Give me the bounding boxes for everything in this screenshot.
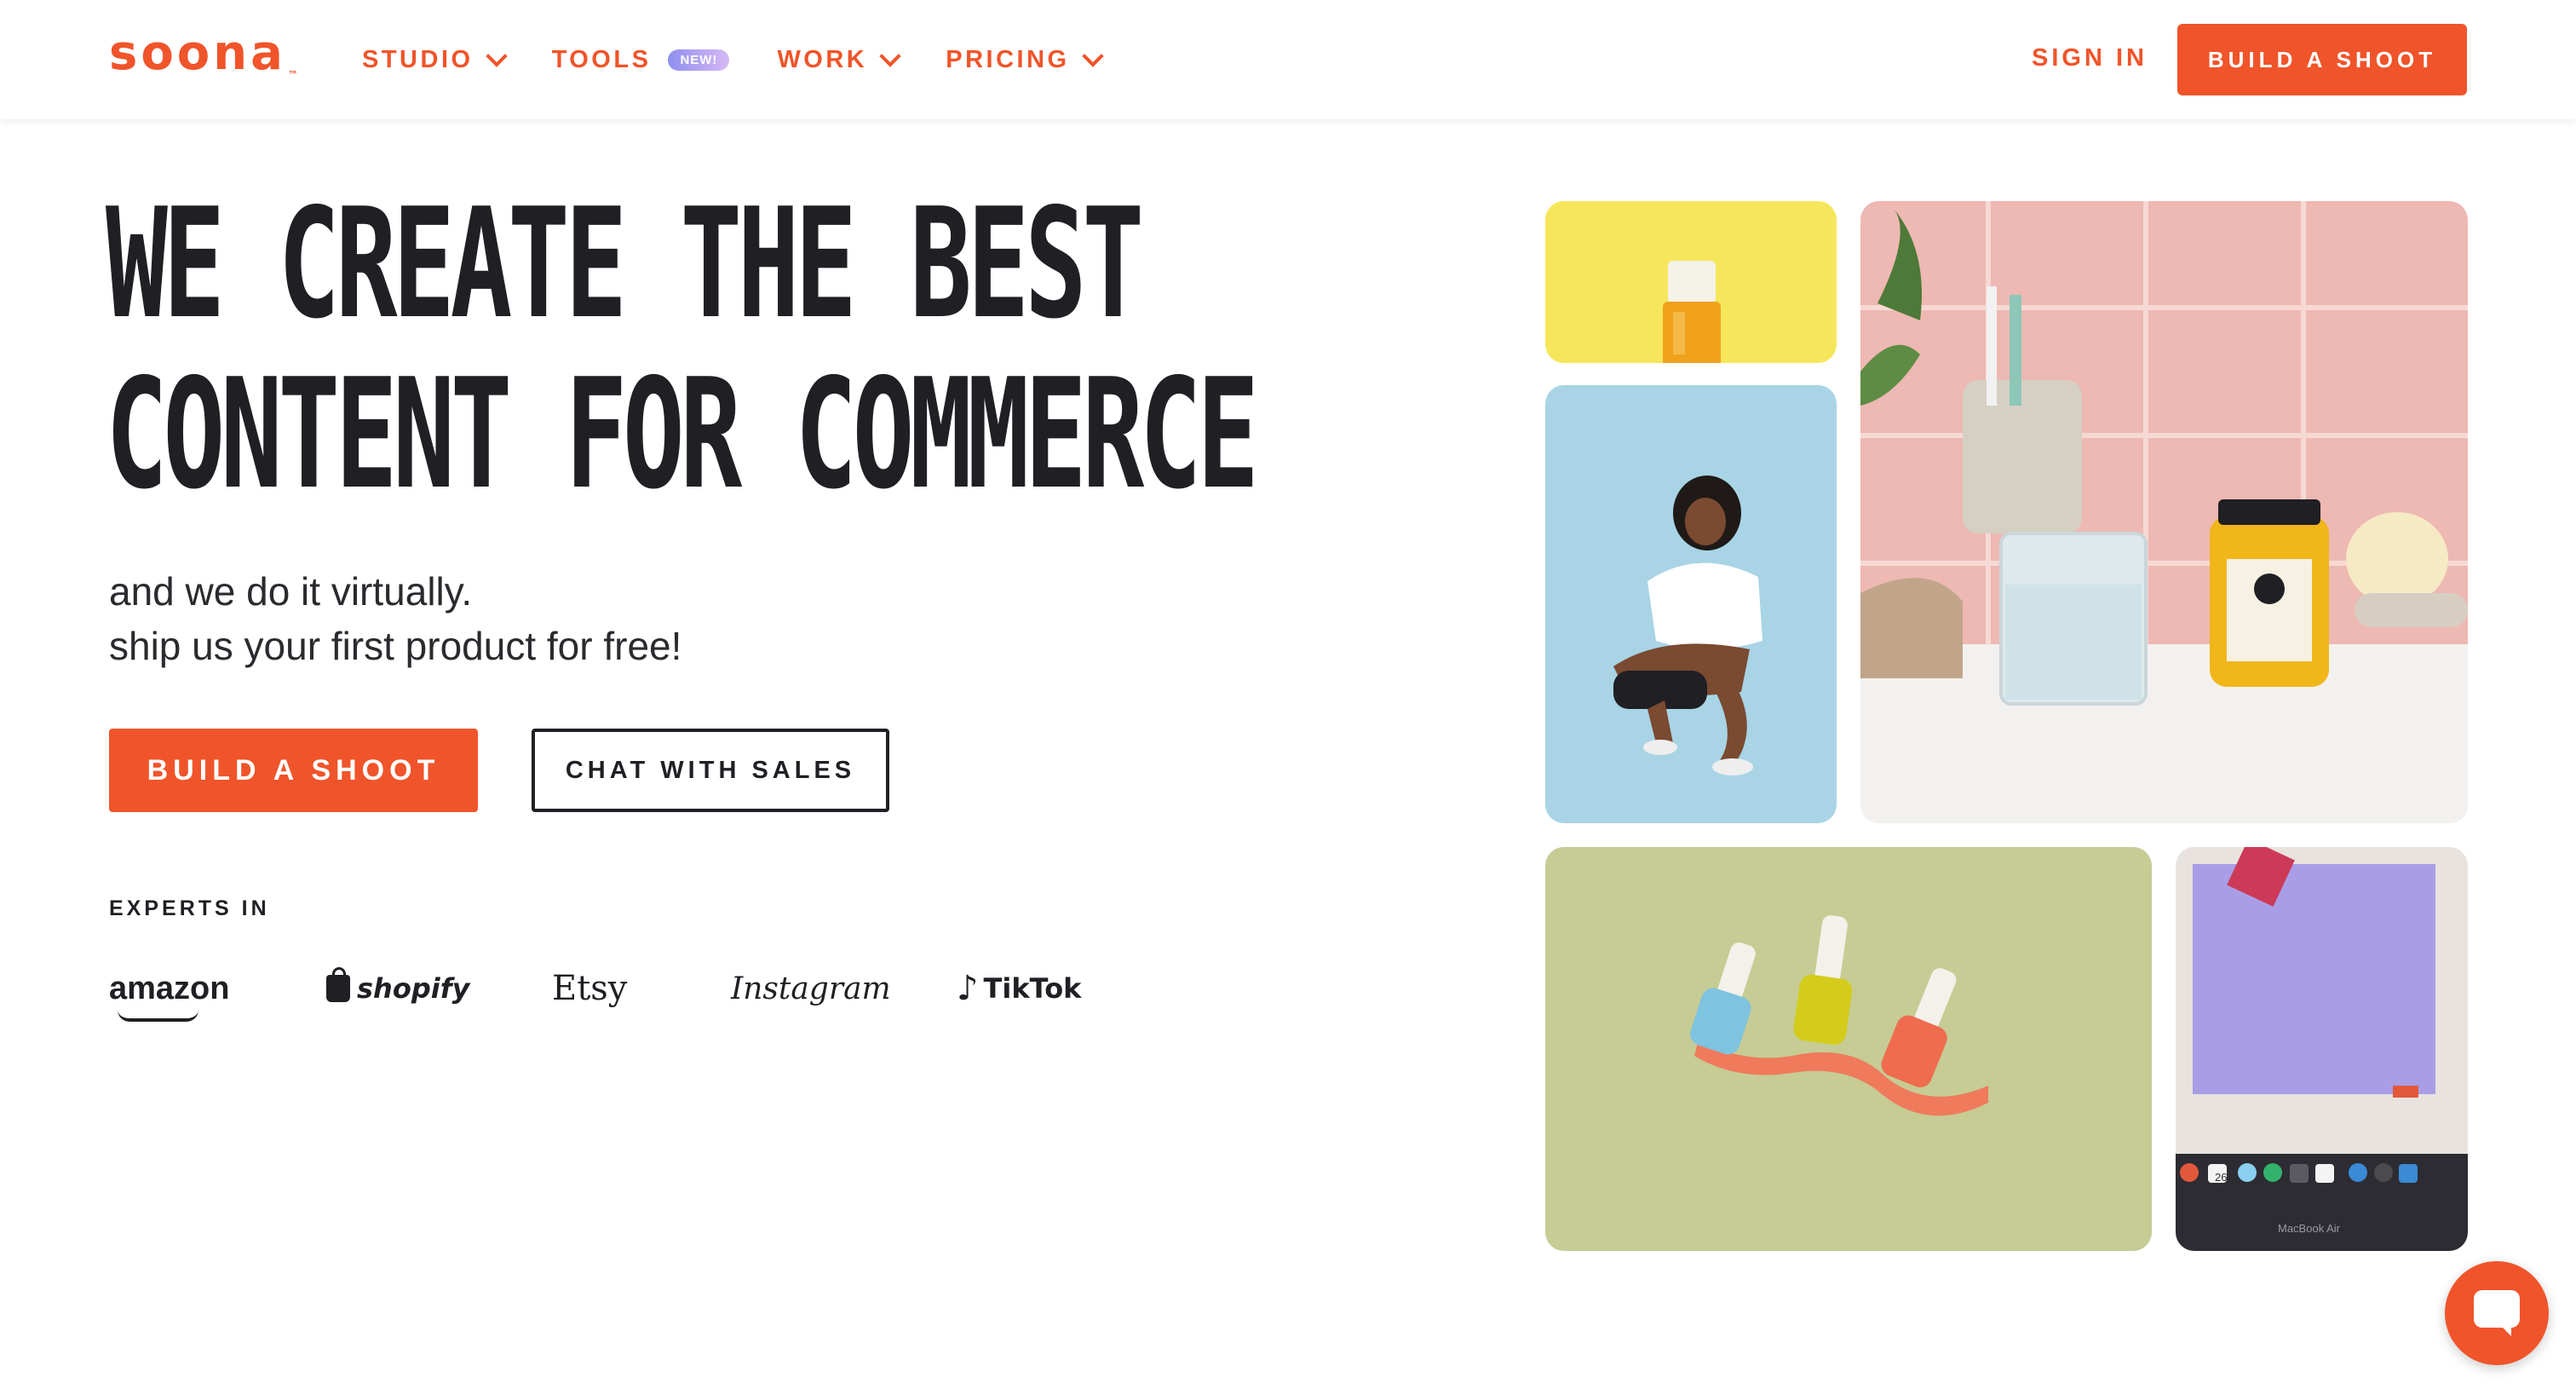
shopify-logo: shopify	[326, 967, 552, 1005]
instagram-logo: Instagram	[731, 971, 957, 1006]
hero-headline: WE CREATE THE BEST CONTENT FOR COMMERCE	[106, 179, 1259, 520]
hero-subtitle: and we do it virtually. ship us your fir…	[109, 564, 681, 673]
tiktok-note-icon: ♪	[957, 969, 979, 1008]
site-header: soona ™ STUDIO TOOLS NEW! WORK PRICING SI…	[0, 0, 2576, 119]
new-badge: NEW!	[668, 49, 730, 71]
photo-model	[1545, 385, 1837, 823]
headline-line-2: CONTENT FOR COMMERCE	[106, 346, 1259, 522]
sign-in-link[interactable]: SIGN IN	[2032, 44, 2148, 72]
serum-bottle-illustration	[1663, 261, 1721, 363]
chevron-down-icon	[485, 45, 508, 67]
shopify-text: shopify	[357, 972, 470, 1005]
nav-tools[interactable]: TOOLS NEW!	[552, 46, 730, 74]
nav-studio[interactable]: STUDIO	[362, 45, 508, 74]
subtitle-line-2: ship us your first product for free!	[109, 624, 682, 668]
photo-nail-polish	[1545, 847, 2152, 1251]
photo-bathroom-products	[1860, 201, 2468, 823]
etsy-logo: Etsy	[552, 969, 731, 1008]
instagram-text: Instagram	[731, 971, 891, 1006]
nav-work-label: WORK	[777, 45, 868, 73]
soona-logo[interactable]: soona ™	[109, 26, 298, 81]
amazon-text: amazon	[109, 970, 230, 1006]
laptop-caption: MacBook Air	[2278, 1222, 2340, 1235]
etsy-text: Etsy	[552, 969, 628, 1008]
nav-pricing-label: PRICING	[946, 45, 1070, 73]
nav-pricing[interactable]: PRICING	[946, 45, 1104, 74]
photo-laptop: 26 MacBook Air	[2176, 847, 2468, 1251]
chevron-down-icon	[1081, 45, 1104, 67]
shopify-bag-icon	[326, 967, 350, 1002]
nav-studio-label: STUDIO	[362, 45, 474, 73]
nav-tools-label: TOOLS	[551, 45, 652, 73]
laptop-illustration	[2176, 847, 2468, 1251]
model-illustration	[1613, 475, 1762, 775]
main-nav: STUDIO TOOLS NEW! WORK PRICING	[362, 43, 1148, 77]
nail-polish-illustration	[1690, 915, 1988, 1116]
build-shoot-button[interactable]: BUILD A SHOOT	[109, 729, 478, 812]
bathroom-illustration	[1860, 201, 2468, 823]
chat-widget-button[interactable]	[2445, 1261, 2549, 1365]
header-build-shoot-button[interactable]: BUILD A SHOOT	[2177, 24, 2467, 95]
tiktok-text: TikTok	[983, 972, 1082, 1005]
nav-work[interactable]: WORK	[777, 45, 901, 74]
tiktok-logo: ♪ TikTok	[957, 969, 1081, 1008]
subtitle-line-1: and we do it virtually.	[109, 569, 473, 614]
headline-line-1: WE CREATE THE BEST	[106, 176, 1144, 352]
chat-icon	[2474, 1290, 2520, 1336]
chevron-down-icon	[879, 45, 901, 67]
experts-label: EXPERTS IN	[109, 896, 270, 920]
brand-logos: amazon shopify Etsy Instagram ♪ TikTok	[109, 963, 1081, 1022]
dock-calendar-date: 26	[2215, 1171, 2228, 1184]
photo-serum-bottle	[1545, 201, 1837, 363]
chat-with-sales-button[interactable]: CHAT WITH SALES	[532, 729, 889, 812]
amazon-logo: amazon	[109, 970, 326, 1022]
